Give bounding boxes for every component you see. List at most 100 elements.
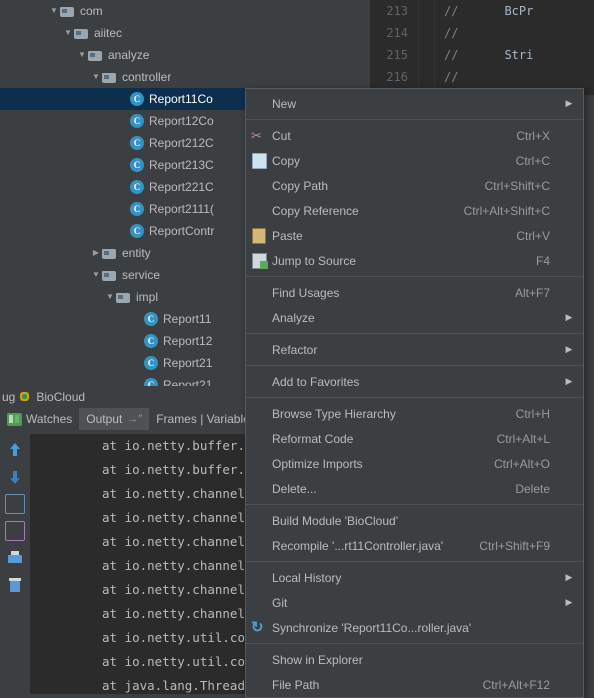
tree-item-label: Report12 [163, 334, 213, 348]
step-down-icon[interactable] [5, 467, 25, 487]
tree-item-label: com [80, 4, 103, 18]
debug-tab-label: Frames | Variables [156, 412, 256, 426]
menu-item-shortcut: Ctrl+Alt+O [493, 456, 550, 471]
editor-line: 215//Stri [370, 44, 594, 66]
tree-item-label: Report2111( [149, 202, 214, 216]
java-class-icon: C [130, 224, 144, 238]
menu-item-shortcut: F4 [535, 253, 550, 268]
editor-line: 216// [370, 66, 594, 88]
java-class-icon: C [130, 202, 144, 216]
tree-item-label: aiitec [94, 26, 123, 40]
menu-item-label: Analyze [272, 310, 315, 325]
tab-suffix-icon: →″ [127, 413, 143, 425]
line-number: 213 [386, 4, 408, 18]
tree-folder-row[interactable]: ▼ com [0, 0, 370, 22]
tree-item-label: impl [136, 290, 159, 304]
debug-session-name: BioCloud [36, 390, 86, 404]
chevron-down-icon[interactable]: ▼ [104, 286, 116, 308]
menu-item-copy-reference[interactable]: Copy Reference Ctrl+Alt+Shift+C [246, 198, 583, 223]
menu-item-build-module-biocloud[interactable]: Build Module 'BioCloud' [246, 508, 583, 533]
menu-item-shortcut: Ctrl+Alt+F12 [482, 677, 550, 692]
menu-item-refactor[interactable]: Refactor ▶ [246, 337, 583, 362]
step-up-icon[interactable] [5, 440, 25, 460]
menu-item-label: New [272, 96, 297, 111]
editor-rows: 213//BcPr 214//215//Stri 216// [370, 0, 594, 88]
menu-item-label: Find Usages [272, 285, 340, 300]
menu-item-synchronize-report11co-roller-java[interactable]: Synchronize 'Report11Co...roller.java' [246, 615, 583, 640]
tree-item-label: Report12Co [149, 114, 214, 128]
menu-item-cut[interactable]: Cut Ctrl+X [246, 123, 583, 148]
menu-item-show-in-explorer[interactable]: Show in Explorer [246, 647, 583, 672]
soft-wrap-icon[interactable] [5, 494, 25, 514]
chevron-down-icon[interactable]: ▼ [62, 22, 74, 44]
chevron-down-icon[interactable]: ▼ [90, 66, 102, 88]
tree-item-label: Report213C [149, 158, 214, 172]
menu-item-label: Build Module 'BioCloud' [272, 513, 398, 528]
menu-item-label: Copy Reference [272, 203, 359, 218]
menu-item-find-usages[interactable]: Find Usages Alt+F7 [246, 280, 583, 305]
menu-item-copy-path[interactable]: Copy Path Ctrl+Shift+C [246, 173, 583, 198]
menu-item-shortcut: Delete [515, 481, 550, 496]
menu-item-git[interactable]: Git ▶ [246, 590, 583, 615]
folder-icon [102, 71, 118, 84]
context-menu[interactable]: New ▶ Cut Ctrl+X Copy Ctrl+C Copy Path Ctrl+Shi… [245, 88, 584, 698]
folder-icon [102, 269, 118, 282]
line-code: BcPr [504, 4, 534, 18]
menu-separator [246, 119, 583, 120]
chevron-down-icon[interactable]: ▼ [48, 0, 60, 22]
java-class-icon: C [144, 334, 158, 348]
code-editor[interactable]: 213//BcPr 214//215//Stri 216// [370, 0, 594, 95]
submenu-arrow-icon: ▶ [565, 312, 573, 322]
menu-item-copy[interactable]: Copy Ctrl+C [246, 148, 583, 173]
menu-item-recompile-rt11controller-java[interactable]: Recompile '...rt11Controller.java' Ctrl+S… [246, 533, 583, 558]
debug-toolbar[interactable] [0, 434, 30, 694]
menu-item-paste[interactable]: Paste Ctrl+V [246, 223, 583, 248]
menu-item-jump-to-source[interactable]: Jump to Source F4 [246, 248, 583, 273]
java-class-icon: C [130, 114, 144, 128]
menu-item-label: Add to Favorites [272, 374, 360, 389]
menu-item-delete[interactable]: Delete... Delete [246, 476, 583, 501]
tree-item-label: Report21 [163, 356, 213, 370]
folder-icon [102, 247, 118, 260]
tree-folder-row[interactable]: ▼ aiitec [0, 22, 370, 44]
scroll-to-end-icon[interactable] [5, 521, 25, 541]
menu-item-browse-type-hierarchy[interactable]: Browse Type Hierarchy Ctrl+H [246, 401, 583, 426]
menu-separator [246, 561, 583, 562]
menu-item-label: Local History [272, 570, 342, 585]
print-icon[interactable] [5, 548, 25, 568]
menu-item-local-history[interactable]: Local History ▶ [246, 565, 583, 590]
line-number: 215 [386, 48, 408, 62]
jump-to-source-icon [251, 252, 268, 269]
menu-item-optimize-imports[interactable]: Optimize Imports Ctrl+Alt+O [246, 451, 583, 476]
menu-item-icon-slot [246, 128, 272, 144]
chevron-right-icon[interactable]: ▶ [90, 242, 102, 264]
synchronize-icon [251, 620, 267, 636]
menu-item-new[interactable]: New ▶ [246, 91, 583, 116]
tree-item-label: ReportContr [149, 224, 215, 238]
tree-folder-row[interactable]: ▼ controller [0, 66, 370, 88]
chevron-down-icon[interactable]: ▼ [76, 44, 88, 66]
folder-icon [116, 291, 132, 304]
submenu-arrow-icon: ▶ [565, 344, 573, 354]
tree-folder-row[interactable]: ▼ analyze [0, 44, 370, 66]
tree-item-label: Report221C [149, 180, 214, 194]
java-class-icon: C [130, 180, 144, 194]
menu-item-label: Delete... [272, 481, 317, 496]
clear-all-icon[interactable] [5, 575, 25, 595]
menu-item-file-path[interactable]: File Path Ctrl+Alt+F12 [246, 672, 583, 697]
menu-item-reformat-code[interactable]: Reformat Code Ctrl+Alt+L [246, 426, 583, 451]
menu-item-label: Copy [272, 153, 301, 168]
debug-tab-output[interactable]: Output →″ [79, 408, 150, 430]
submenu-arrow-icon: ▶ [565, 572, 573, 582]
menu-item-shortcut: Alt+F7 [514, 285, 550, 300]
menu-item-add-to-favorites[interactable]: Add to Favorites ▶ [246, 369, 583, 394]
chevron-down-icon[interactable]: ▼ [90, 264, 102, 286]
debug-tab-watches[interactable]: Watches [0, 408, 79, 430]
gutter-divider-1 [418, 0, 419, 95]
menu-item-analyze[interactable]: Analyze ▶ [246, 305, 583, 330]
tree-item-label: Report11 [163, 312, 212, 326]
menu-item-label: Git [272, 595, 288, 610]
debug-tab-label: Output [86, 412, 123, 426]
java-class-icon: C [130, 158, 144, 172]
